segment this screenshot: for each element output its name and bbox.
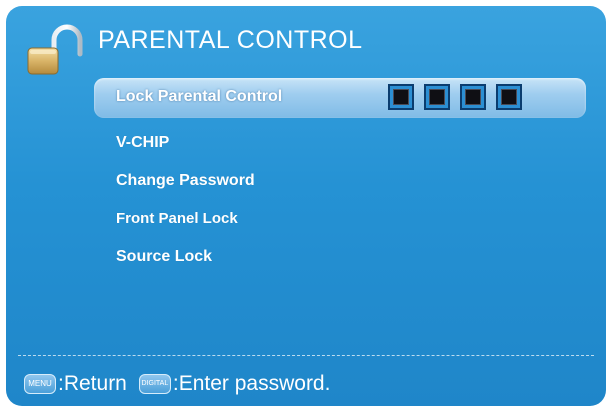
enter-password-hint: :Enter password. (172, 372, 331, 395)
pin-dot-icon (429, 89, 445, 105)
osd-screen: PARENTAL CONTROL Lock Parental Control V… (6, 6, 606, 406)
pin-dot-icon (501, 89, 517, 105)
footer-divider (18, 355, 594, 356)
menu-item-lock-parental-control[interactable]: Lock Parental Control (94, 78, 586, 118)
menu-item-front-panel-lock[interactable]: Front Panel Lock (116, 210, 238, 227)
pin-slot-3[interactable] (460, 84, 486, 110)
return-hint: :Return (58, 372, 127, 395)
footer-hints: MENU :Return DIGITAL :Enter password. (24, 370, 342, 398)
page-title: PARENTAL CONTROL (98, 26, 363, 54)
pin-dot-icon (393, 89, 409, 105)
menu-item-v-chip[interactable]: V-CHIP (116, 134, 169, 152)
menu-item-change-password[interactable]: Change Password (116, 172, 255, 190)
pin-slot-4[interactable] (496, 84, 522, 110)
digit-key-icon: DIGITAL (138, 374, 171, 394)
pin-slot-1[interactable] (388, 84, 414, 110)
padlock-open-icon (27, 24, 83, 75)
menu-key-icon: MENU (24, 374, 56, 394)
menu-item-label: Lock Parental Control (116, 88, 283, 105)
menu-item-source-lock[interactable]: Source Lock (116, 248, 212, 266)
pin-slot-2[interactable] (424, 84, 450, 110)
pin-dot-icon (465, 89, 481, 105)
password-field[interactable] (388, 84, 522, 110)
